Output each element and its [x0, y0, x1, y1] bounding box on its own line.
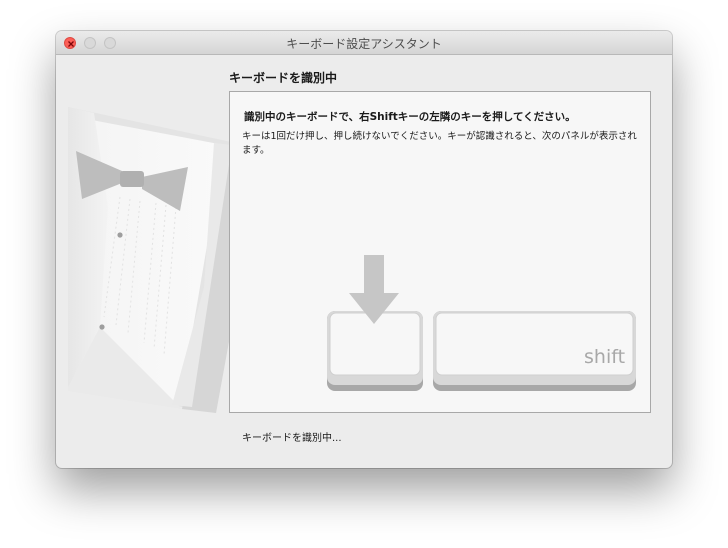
window-title: キーボード設定アシスタント [286, 37, 442, 51]
page-heading: キーボードを識別中 [229, 71, 338, 85]
target-key [327, 311, 423, 391]
title-bar[interactable]: キーボード設定アシスタント [56, 31, 672, 55]
status-text: キーボードを識別中... [242, 433, 342, 444]
keyboard-setup-window: キーボード設定アシスタント キーボードを識別中 識別中のキーボードで、右Shif… [56, 31, 672, 468]
shift-key-label: shift [584, 346, 626, 368]
instruction-panel: 識別中のキーボードで、右Shiftキーの左隣のキーを押してください。 キーは1回… [229, 91, 651, 413]
